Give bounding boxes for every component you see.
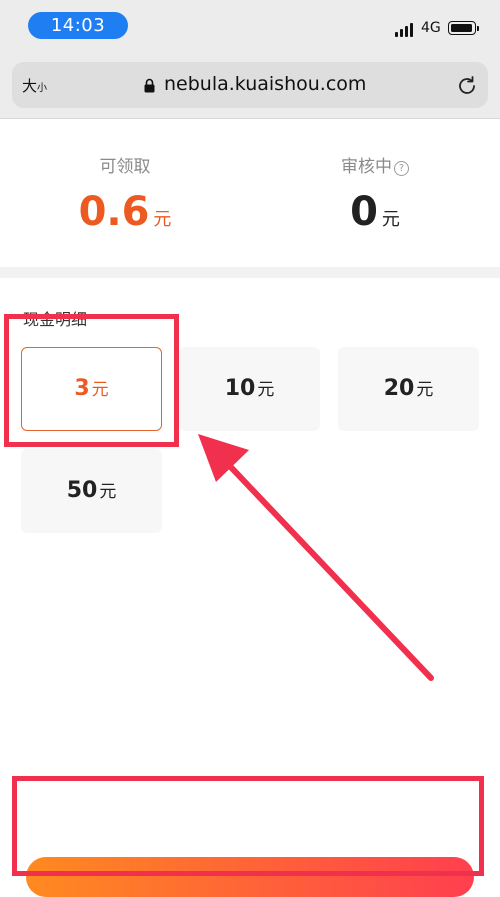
annotation-arrow xyxy=(198,434,434,681)
